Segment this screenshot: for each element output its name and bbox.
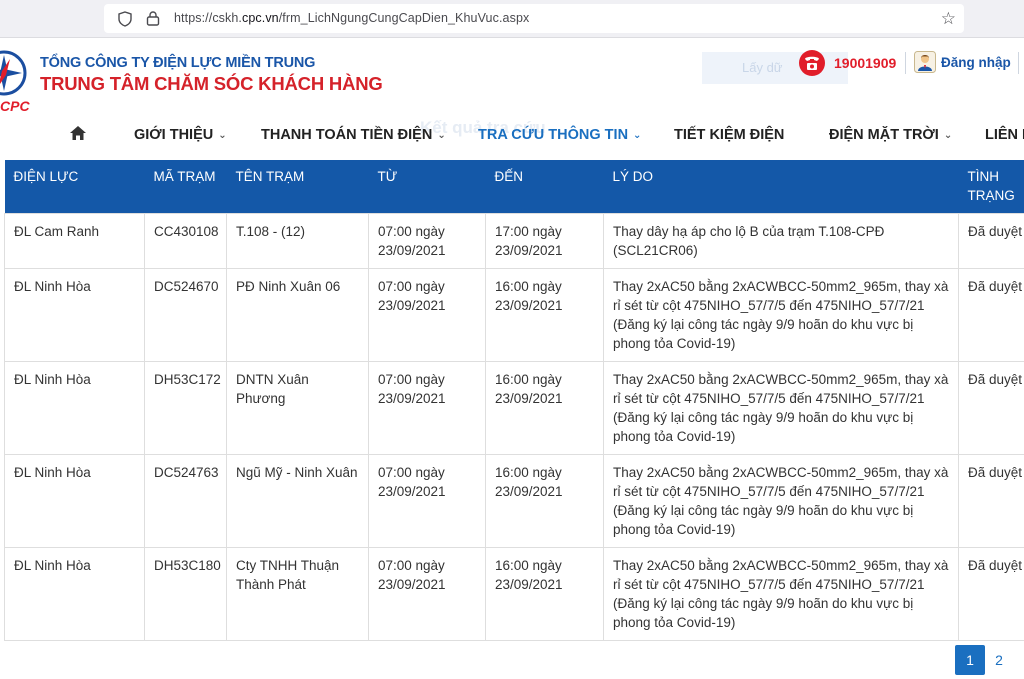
cell-ma-tram: DC524763 [144, 454, 227, 548]
address-bar[interactable]: https://cskh.cpc.vn/frm_LichNgungCungCap… [104, 4, 964, 33]
header-divider-right [1018, 52, 1019, 74]
pagination-page-1[interactable]: 1 [955, 645, 985, 675]
evn-logo-icon[interactable] [0, 47, 28, 105]
table-row: ĐL Ninh Hòa DC524763 Ngũ Mỹ - Ninh Xuân … [4, 454, 1024, 548]
header-divider [905, 52, 906, 74]
cell-ten-tram: Ngũ Mỹ - Ninh Xuân [226, 454, 369, 548]
login-link[interactable]: Đăng nhập [941, 55, 1011, 70]
shield-icon[interactable] [118, 11, 132, 27]
cell-den: 16:00 ngày 23/09/2021 [485, 454, 604, 548]
cell-tu: 07:00 ngày 23/09/2021 [368, 454, 486, 548]
cell-tinh-trang: Đã duyệt [958, 547, 1024, 641]
cell-tu: 07:00 ngày 23/09/2021 [368, 268, 486, 362]
cell-ma-tram: DH53C172 [144, 361, 227, 455]
cell-tinh-trang: Đã duyệt [958, 454, 1024, 548]
org-name: TỔNG CÔNG TY ĐIỆN LỰC MIỀN TRUNG [40, 55, 316, 71]
col-header-tinh-trang[interactable]: TÌNH TRẠNG [958, 160, 1024, 214]
cell-ly-do: Thay 2xAC50 bằng 2xACWBCC-50mm2_965m, th… [603, 361, 959, 455]
nav-item-dien-mat-troi[interactable]: ĐIỆN MẶT TRỜI ⌄ [829, 127, 952, 143]
outage-schedule-table: ĐIỆN LỰC MÃ TRẠM TÊN TRẠM TỪ ĐẾN LÝ DO T… [4, 160, 1024, 679]
cell-ly-do: Thay 2xAC50 bằng 2xACWBCC-50mm2_965m, th… [603, 454, 959, 548]
cell-ten-tram: PĐ Ninh Xuân 06 [226, 268, 369, 362]
chevron-down-icon: ⌄ [943, 130, 953, 141]
lock-icon[interactable] [146, 10, 160, 26]
cell-dien-luc: ĐL Ninh Hòa [4, 454, 145, 548]
cell-tu: 07:00 ngày 23/09/2021 [368, 361, 486, 455]
main-nav: GIỚI THIỆU ⌄ THANH TOÁN TIỀN ĐIỆN ⌄ TRA CỨ… [0, 118, 1024, 154]
nav-item-tiet-kiem[interactable]: TIẾT KIỆM ĐIỆN [674, 127, 784, 143]
cell-tinh-trang: Đã duyệt [958, 268, 1024, 362]
cell-dien-luc: ĐL Ninh Hòa [4, 361, 145, 455]
col-header-dien-luc[interactable]: ĐIỆN LỰC [4, 160, 145, 214]
cell-dien-luc: ĐL Cam Ranh [4, 213, 145, 269]
cell-ly-do: Thay 2xAC50 bằng 2xACWBCC-50mm2_965m, th… [603, 268, 959, 362]
cell-ly-do: Thay 2xAC50 bằng 2xACWBCC-50mm2_965m, th… [603, 547, 959, 641]
table-row: ĐL Ninh Hòa DH53C180 Cty TNHH Thuận Thàn… [4, 547, 1024, 641]
col-header-den[interactable]: ĐẾN [485, 160, 604, 214]
cell-den: 16:00 ngày 23/09/2021 [485, 361, 604, 455]
cell-ten-tram: T.108 - (12) [226, 213, 369, 269]
col-header-tu[interactable]: TỪ [368, 160, 486, 214]
cell-ten-tram: DNTN Xuân Phương [226, 361, 369, 455]
cell-dien-luc: ĐL Ninh Hòa [4, 547, 145, 641]
browser-toolbar: https://cskh.cpc.vn/frm_LichNgungCungCap… [0, 0, 1024, 38]
nav-item-thanh-toan[interactable]: THANH TOÁN TIỀN ĐIỆN ⌄ [261, 127, 446, 143]
table-row: ĐL Cam Ranh CC430108 T.108 - (12) 07:00 … [4, 213, 1024, 269]
bookmark-star-icon[interactable]: ☆ [941, 9, 956, 29]
table-header-row: ĐIỆN LỰC MÃ TRẠM TÊN TRẠM TỪ ĐẾN LÝ DO T… [4, 160, 1024, 214]
cell-tu: 07:00 ngày 23/09/2021 [368, 547, 486, 641]
cell-den: 17:00 ngày 23/09/2021 [485, 213, 604, 269]
chevron-down-icon: ⌄ [437, 130, 446, 141]
pagination-page-2[interactable]: 2 [984, 645, 1014, 675]
col-header-ma-tram[interactable]: MÃ TRẠM [144, 160, 227, 214]
hotline-number[interactable]: 19001909 [834, 55, 896, 71]
center-name: TRUNG TÂM CHĂM SÓC KHÁCH HÀNG [40, 73, 383, 94]
col-header-ten-tram[interactable]: TÊN TRẠM [226, 160, 369, 214]
cell-tinh-trang: Đã duyệt [958, 361, 1024, 455]
cell-ten-tram: Cty TNHH Thuận Thành Phát [226, 547, 369, 641]
url-text[interactable]: https://cskh.cpc.vn/frm_LichNgungCungCap… [174, 11, 529, 25]
nav-item-lien-he[interactable]: LIÊN H [985, 127, 1024, 143]
phone-icon [799, 50, 825, 76]
cell-dien-luc: ĐL Ninh Hòa [4, 268, 145, 362]
col-header-ly-do[interactable]: LÝ DO [603, 160, 959, 214]
cell-ly-do: Thay dây hạ áp cho lộ B của trạm T.108-C… [603, 213, 959, 269]
table-row: ĐL Ninh Hòa DH53C172 DNTN Xuân Phương 07… [4, 361, 1024, 455]
logo-text: CPC [0, 98, 30, 114]
cell-ma-tram: CC430108 [144, 213, 227, 269]
chevron-down-icon: ⌄ [218, 130, 227, 141]
cell-tu: 07:00 ngày 23/09/2021 [368, 213, 486, 269]
cell-den: 16:00 ngày 23/09/2021 [485, 547, 604, 641]
nav-item-tra-cuu[interactable]: TRA CỨU THÔNG TIN ⌄ [478, 127, 641, 143]
cell-tinh-trang: Đã duyệt [958, 213, 1024, 269]
cell-ma-tram: DH53C180 [144, 547, 227, 641]
chevron-down-icon: ⌄ [633, 130, 642, 141]
cell-den: 16:00 ngày 23/09/2021 [485, 268, 604, 362]
cell-ma-tram: DC524670 [144, 268, 227, 362]
table-row: ĐL Ninh Hòa DC524670 PĐ Ninh Xuân 06 07:… [4, 268, 1024, 362]
user-avatar-icon[interactable] [914, 51, 936, 73]
nav-item-gioi-thieu[interactable]: GIỚI THIỆU ⌄ [134, 127, 227, 143]
